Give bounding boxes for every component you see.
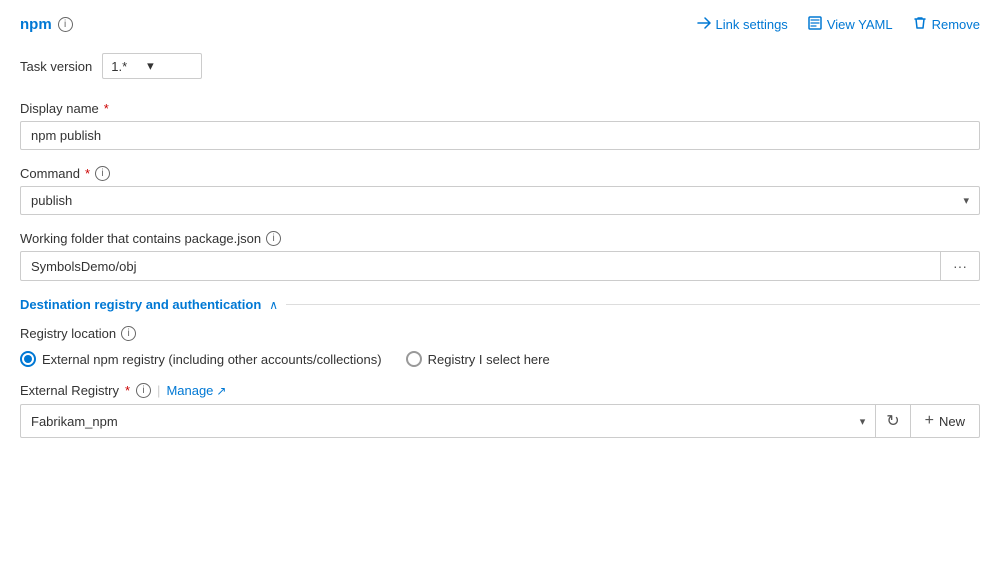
external-registry-select-row: Fabrikam_npm ▾ ↻ + New (20, 404, 980, 438)
new-label: New (939, 414, 965, 429)
task-title-area: npm i (20, 16, 73, 33)
working-folder-info-icon[interactable]: i (266, 231, 281, 246)
pipe-separator: | (157, 383, 160, 398)
external-registry-chevron-icon: ▾ (860, 415, 866, 428)
command-info-icon[interactable]: i (95, 166, 110, 181)
dest-section-header: Destination registry and authentication … (20, 297, 980, 312)
task-version-label: Task version (20, 59, 92, 74)
display-name-required: * (104, 101, 109, 116)
registry-location-info-icon[interactable]: i (121, 326, 136, 341)
view-yaml-label: View YAML (827, 17, 893, 32)
link-settings-icon (697, 16, 711, 33)
display-name-input[interactable] (20, 121, 980, 150)
dest-section-divider (286, 304, 980, 305)
radio-external-npm-inner (24, 355, 32, 363)
working-folder-browse-button[interactable]: ··· (941, 251, 980, 281)
radio-external-npm-outer (20, 351, 36, 367)
manage-external-icon: ↗ (216, 384, 226, 398)
external-registry-label: External Registry (20, 383, 119, 398)
command-required: * (85, 166, 90, 181)
radio-external-npm-label: External npm registry (including other a… (42, 352, 382, 367)
radio-select-here-outer (406, 351, 422, 367)
command-chevron-icon: ▾ (963, 194, 969, 207)
task-version-select[interactable]: 1.* ▾ (102, 53, 202, 79)
new-button[interactable]: + New (911, 404, 980, 438)
dest-section-title: Destination registry and authentication (20, 297, 261, 312)
external-registry-required: * (125, 383, 130, 398)
title-info-icon[interactable]: i (58, 17, 73, 32)
radio-select-here[interactable]: Registry I select here (406, 351, 550, 367)
registry-location-radio-group: External npm registry (including other a… (20, 351, 980, 367)
external-registry-label-row: External Registry * i | Manage ↗ (20, 383, 980, 398)
view-yaml-icon (808, 16, 822, 33)
command-value: publish (31, 193, 72, 208)
remove-icon (913, 16, 927, 33)
manage-link[interactable]: Manage ↗ (166, 383, 226, 398)
external-registry-value: Fabrikam_npm (31, 414, 118, 429)
command-field: Command * i publish ▾ (20, 166, 980, 215)
display-name-label: Display name * (20, 101, 980, 116)
display-name-field: Display name * (20, 101, 980, 150)
working-folder-field: Working folder that contains package.jso… (20, 231, 980, 281)
external-registry-field: External Registry * i | Manage ↗ Fabrika… (20, 383, 980, 438)
dest-section-chevron-icon[interactable]: ∧ (269, 298, 278, 312)
external-registry-info-icon[interactable]: i (136, 383, 151, 398)
remove-button[interactable]: Remove (913, 16, 980, 33)
ellipsis-icon: ··· (953, 258, 967, 274)
registry-location-field: Registry location i External npm registr… (20, 326, 980, 367)
task-version-value: 1.* (111, 59, 127, 74)
link-settings-label: Link settings (716, 17, 788, 32)
task-title: npm (20, 16, 52, 33)
command-select[interactable]: publish ▾ (20, 186, 980, 215)
working-folder-input[interactable] (20, 251, 941, 281)
command-label: Command * i (20, 166, 980, 181)
remove-label: Remove (932, 17, 980, 32)
external-registry-select[interactable]: Fabrikam_npm ▾ (20, 404, 876, 438)
task-version-chevron-icon: ▾ (147, 58, 154, 74)
manage-label: Manage (166, 383, 213, 398)
task-header: npm i Link settings View YAM (20, 16, 980, 33)
plus-icon: + (925, 412, 934, 430)
working-folder-label: Working folder that contains package.jso… (20, 231, 980, 246)
link-settings-button[interactable]: Link settings (697, 16, 788, 33)
refresh-button[interactable]: ↻ (876, 404, 910, 438)
radio-select-here-label: Registry I select here (428, 352, 550, 367)
header-actions: Link settings View YAML Remove (697, 16, 980, 33)
task-version-row: Task version 1.* ▾ (20, 53, 980, 79)
working-folder-row: ··· (20, 251, 980, 281)
registry-location-label: Registry location i (20, 326, 980, 341)
refresh-icon: ↻ (886, 411, 899, 431)
view-yaml-button[interactable]: View YAML (808, 16, 893, 33)
radio-external-npm[interactable]: External npm registry (including other a… (20, 351, 382, 367)
